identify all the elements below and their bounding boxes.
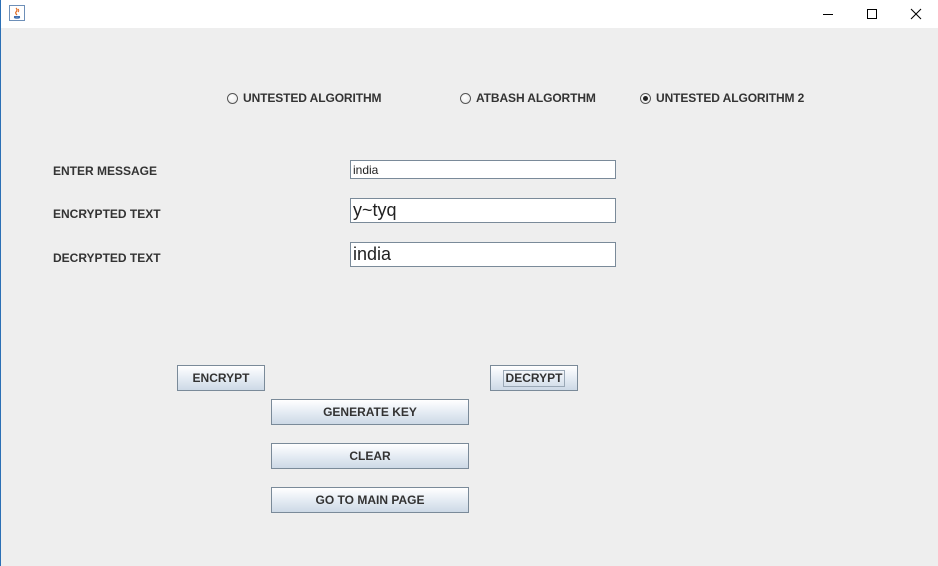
radio-atbash-algorithm[interactable]: ATBASH ALGORTHM <box>460 90 596 106</box>
encrypt-button[interactable]: ENCRYPT <box>177 365 265 391</box>
main-page-button[interactable]: GO TO MAIN PAGE <box>271 487 469 513</box>
maximize-button[interactable] <box>849 0 895 28</box>
minimize-button[interactable] <box>805 0 851 28</box>
radio-untested-algorithm[interactable]: UNTESTED ALGORITHM <box>227 90 382 106</box>
generate-key-button[interactable]: GENERATE KEY <box>271 399 469 425</box>
decrypted-text-label: DECRYPTED TEXT <box>53 251 161 265</box>
radio-circle-selected[interactable] <box>640 92 651 104</box>
maximize-icon <box>867 9 877 19</box>
encrypted-text-label: ENCRYPTED TEXT <box>53 207 161 221</box>
message-label: ENTER MESSAGE <box>53 164 158 178</box>
app-window: UNTESTED ALGORITHM ATBASH ALGORTHM UNTES… <box>0 0 938 566</box>
radio-circle[interactable] <box>227 92 238 104</box>
radio-label: ATBASH ALGORTHM <box>476 91 596 105</box>
close-button[interactable] <box>893 0 938 28</box>
decrypted-text-field[interactable]: india <box>350 242 616 267</box>
decrypt-button[interactable]: DECRYPT <box>490 365 578 391</box>
minimize-icon <box>823 14 833 15</box>
generate-key-button-label: GENERATE KEY <box>323 405 417 419</box>
encrypt-button-label: ENCRYPT <box>192 371 250 385</box>
radio-untested-algorithm-2[interactable]: UNTESTED ALGORITHM 2 <box>640 90 804 106</box>
java-app-icon <box>9 5 25 21</box>
decrypt-button-label: DECRYPT <box>502 369 566 387</box>
message-input[interactable]: india <box>350 160 616 179</box>
clear-button[interactable]: CLEAR <box>271 443 469 469</box>
radio-label: UNTESTED ALGORITHM 2 <box>656 91 805 105</box>
encrypted-text-field[interactable]: y~tyq <box>350 198 616 223</box>
radio-label: UNTESTED ALGORITHM <box>243 91 382 105</box>
title-bar <box>1 0 938 28</box>
main-page-button-label: GO TO MAIN PAGE <box>315 493 425 507</box>
radio-circle[interactable] <box>460 92 471 104</box>
close-icon <box>910 8 922 20</box>
clear-button-label: CLEAR <box>349 449 391 463</box>
